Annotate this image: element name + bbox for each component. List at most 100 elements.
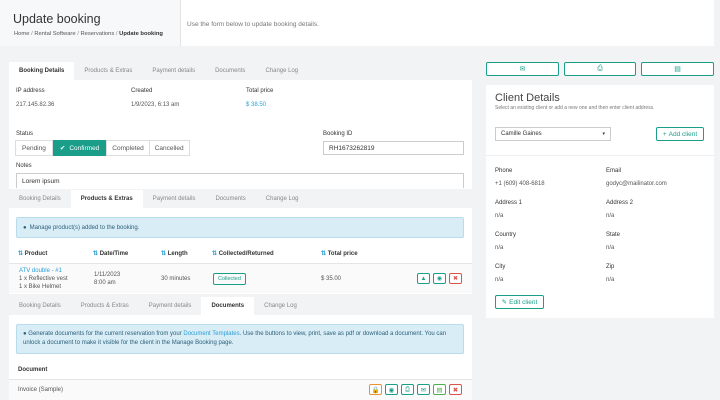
breadcrumb-rental-software[interactable]: Rental Software [34, 31, 75, 37]
tab-booking-details[interactable]: Booking Details [9, 190, 71, 208]
collected-button[interactable]: Collected [213, 273, 246, 285]
envelope-icon: ✉ [420, 386, 427, 394]
tabs-section-3: Booking Details Products & Extras Paymen… [9, 297, 307, 315]
tab-change-log[interactable]: Change Log [254, 297, 307, 315]
eye-icon: ◉ [388, 386, 395, 394]
check-icon: ✔ [59, 145, 66, 152]
col-product[interactable]: ⇅ Product [18, 250, 47, 257]
col-collected-returned[interactable]: ⇅ Collected/Returned [212, 250, 274, 257]
row-actions: ▲ ◉ ✖ [414, 273, 462, 284]
col-date-time[interactable]: ⇅ Date/Time [93, 250, 128, 257]
sort-icon: ⇅ [321, 251, 327, 257]
sort-icon: ⇅ [212, 251, 218, 257]
print-button[interactable]: ⎙ [564, 62, 636, 76]
document-actions: 🔒 ◉ ⎙ ✉ ▤ ✖ [366, 384, 462, 395]
add-client-button[interactable]: + Add client [656, 127, 704, 141]
booking-id-input[interactable]: RH1673262819 [323, 141, 464, 155]
page-title: Update booking [13, 12, 101, 26]
address1-value: n/a [495, 213, 504, 219]
client-title: Client Details [495, 92, 560, 104]
address2-value: n/a [606, 213, 615, 219]
tab-booking-details[interactable]: Booking Details [9, 62, 75, 80]
email-button[interactable]: ✉ [486, 62, 559, 76]
tab-products-extras[interactable]: Products & Extras [71, 297, 139, 315]
row-total: $ 35.00 [321, 276, 342, 282]
col-total-price[interactable]: ⇅ Total price [321, 250, 358, 257]
tab-products-extras[interactable]: Products & Extras [70, 190, 143, 208]
products-panel: ● Manage product(s) added to the booking… [9, 208, 472, 294]
status-confirmed-label: Confirmed [69, 144, 100, 152]
status-cancelled-button[interactable]: Cancelled [149, 140, 190, 156]
ip-label: IP address [16, 88, 45, 94]
plus-icon: + [662, 130, 667, 138]
breadcrumb-current: Update booking [119, 31, 163, 37]
products-alert-text: Manage product(s) added to the booking. [29, 224, 140, 231]
zip-label: Zip [606, 264, 615, 270]
trash-icon: ✖ [452, 276, 459, 282]
tab-documents[interactable]: Documents [205, 190, 255, 208]
breadcrumb-home[interactable]: Home [14, 31, 29, 37]
row-length: 30 minutes [161, 276, 191, 282]
tab-payment-details[interactable]: Payment details [142, 62, 205, 80]
tab-documents[interactable]: Documents [205, 62, 255, 80]
tab-documents[interactable]: Documents [201, 297, 255, 315]
address1-label: Address 1 [495, 200, 523, 206]
file-icon: ▤ [436, 386, 443, 394]
breadcrumb-reservations[interactable]: Reservations [80, 31, 114, 37]
col-length[interactable]: ⇅ Length [161, 250, 188, 257]
tabs-section-1: Booking Details Products & Extras Paymen… [9, 62, 308, 80]
pdf-button[interactable]: ▤ [641, 62, 714, 76]
pdf-document-button[interactable]: ▤ [433, 384, 446, 395]
edit-client-label: Edit client [509, 298, 538, 306]
documents-column-header: Document [18, 367, 48, 373]
status-segmented-control: Pending ✔ Confirmed Completed Cancelled [15, 140, 190, 156]
row-date: 1/11/2023 [94, 272, 121, 278]
tabs-section-2: Booking Details Products & Extras Paymen… [9, 190, 309, 208]
row-time: 8:00 am [94, 280, 116, 286]
unlock-button[interactable]: 🔒 [369, 384, 382, 395]
status-completed-button[interactable]: Completed [106, 140, 150, 156]
pencil-icon: ✎ [501, 299, 508, 306]
view-button[interactable]: ◉ [433, 273, 446, 284]
document-name: Invoice (Sample) [18, 387, 64, 393]
total-price-value: $ 38.50 [246, 102, 267, 108]
tab-booking-details[interactable]: Booking Details [9, 297, 71, 315]
status-label: Status [16, 131, 34, 137]
status-pending-button[interactable]: Pending [15, 140, 53, 156]
state-label: State [606, 232, 621, 238]
client-select[interactable]: Camille Gaines ▾ [495, 127, 611, 141]
email-document-button[interactable]: ✉ [417, 384, 430, 395]
phone-label: Phone [495, 168, 513, 174]
header-description-panel: Use the form below to update booking det… [180, 0, 714, 46]
table-row: Invoice (Sample) 🔒 ◉ ⎙ ✉ ▤ ✖ [9, 379, 472, 400]
notes-label: Notes [16, 163, 32, 169]
notes-textarea[interactable]: Lorem ipsum [16, 173, 464, 188]
status-confirmed-button[interactable]: ✔ Confirmed [52, 140, 107, 156]
move-up-button[interactable]: ▲ [417, 273, 430, 284]
delete-button[interactable]: ✖ [449, 273, 462, 284]
arrow-up-icon: ▲ [420, 275, 427, 282]
print-document-button[interactable]: ⎙ [401, 384, 414, 395]
edit-client-button[interactable]: ✎ Edit client [495, 295, 544, 309]
view-document-button[interactable]: ◉ [385, 384, 398, 395]
city-value: n/a [495, 277, 504, 283]
delete-document-button[interactable]: ✖ [449, 384, 462, 395]
phone-value: +1 (609) 408-6818 [495, 181, 545, 187]
document-templates-link[interactable]: Document Templates [183, 331, 239, 337]
tab-products-extras[interactable]: Products & Extras [74, 62, 142, 80]
email-label: Email [606, 168, 622, 174]
table-row: ATV double - #1 1 x Reflective vest 1 x … [9, 263, 472, 293]
booking-id-label: Booking ID [323, 131, 353, 137]
tab-payment-details[interactable]: Payment details [139, 297, 202, 315]
info-icon: ● [23, 331, 27, 337]
state-value: n/a [606, 245, 615, 251]
product-link[interactable]: ATV double - #1 [19, 268, 62, 274]
country-value: n/a [495, 245, 504, 251]
ip-value: 217.145.82.36 [16, 102, 55, 108]
tab-change-log[interactable]: Change Log [255, 62, 308, 80]
products-info-alert: ● Manage product(s) added to the booking… [16, 217, 464, 238]
tab-change-log[interactable]: Change Log [256, 190, 309, 208]
tab-payment-details[interactable]: Payment details [143, 190, 206, 208]
file-icon: ▤ [674, 66, 681, 73]
client-subtitle: Select an existing client or add a new o… [495, 105, 655, 111]
